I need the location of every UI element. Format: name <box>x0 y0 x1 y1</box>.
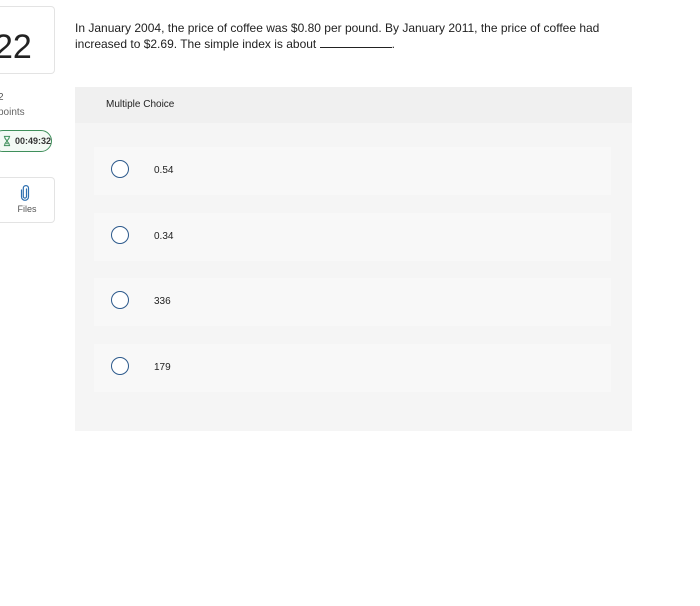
panel-header: Multiple Choice <box>75 87 632 123</box>
timer-badge[interactable]: 00:49:32 <box>0 130 52 152</box>
choice-option[interactable]: 336 <box>94 278 611 326</box>
radio-button[interactable] <box>111 291 129 309</box>
question-number-box: 22 <box>0 6 55 74</box>
choice-option[interactable]: 0.54 <box>94 147 611 195</box>
question-text-end: . <box>391 37 395 51</box>
question-number: 22 <box>0 28 32 66</box>
multiple-choice-panel: Multiple Choice 0.54 0.34 336 179 <box>75 87 632 431</box>
question-text: In January 2004, the price of coffee was… <box>75 20 635 52</box>
choice-option[interactable]: 0.34 <box>94 213 611 261</box>
timer-text: 00:49:32 <box>14 136 51 146</box>
answer-blank <box>319 36 392 48</box>
choice-label: 0.34 <box>154 231 174 242</box>
page: 22 2 points 00:49:32 Files In January 20… <box>0 0 700 606</box>
radio-button[interactable] <box>111 357 129 375</box>
radio-button[interactable] <box>111 160 129 178</box>
files-label: Files <box>17 204 37 214</box>
choice-label: 0.54 <box>154 165 174 176</box>
points-label: points <box>0 107 25 118</box>
hourglass-icon <box>3 135 11 147</box>
files-button[interactable]: Files <box>0 177 55 223</box>
choice-option[interactable]: 179 <box>94 344 611 392</box>
points-value: 2 <box>0 92 4 103</box>
paperclip-icon <box>20 185 30 201</box>
radio-button[interactable] <box>111 226 129 244</box>
panel-title: Multiple Choice <box>106 99 175 110</box>
choice-label: 179 <box>154 362 171 373</box>
choice-label: 336 <box>154 296 171 307</box>
